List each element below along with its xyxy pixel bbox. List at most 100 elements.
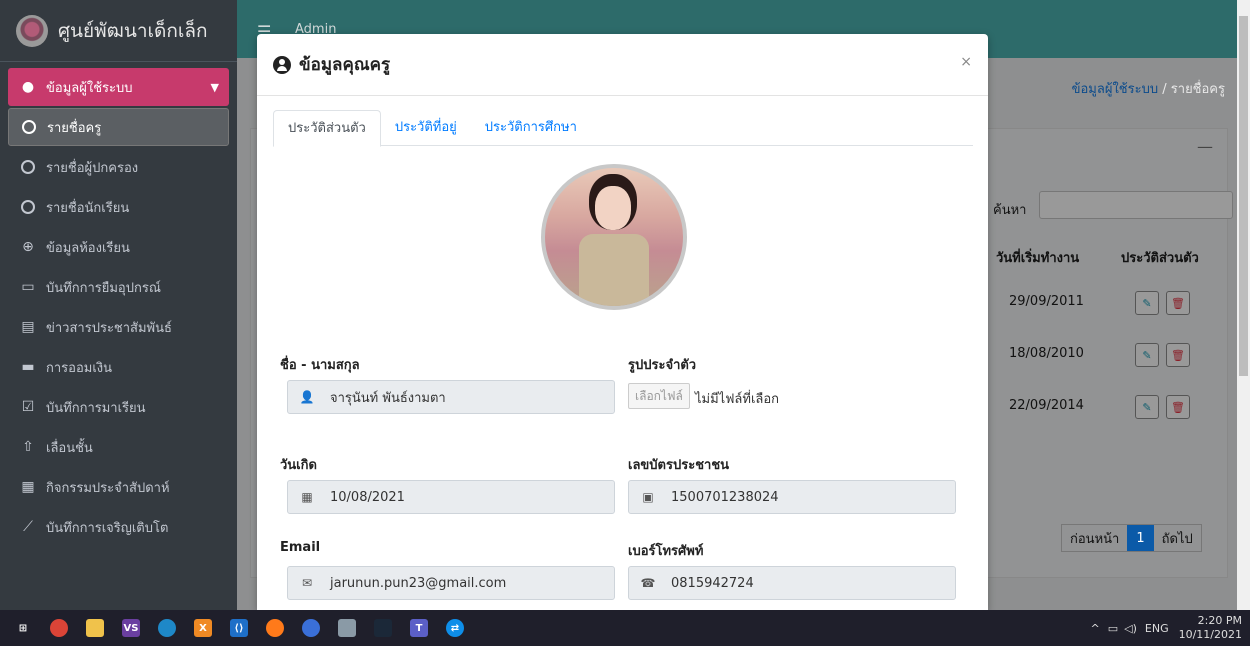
idcard-value: 1500701238024 <box>671 489 779 505</box>
visual-studio-icon[interactable]: VS <box>122 619 140 637</box>
clock[interactable]: 2:20 PM 10/11/2021 <box>1179 614 1242 642</box>
pager-next-button[interactable]: ถัดไป <box>1154 528 1201 549</box>
file-status: ไม่มีไฟล์ที่เลือก <box>695 392 780 407</box>
xampp-icon[interactable]: X <box>194 619 212 637</box>
sidebar-item-label: การออมเงิน <box>46 360 113 376</box>
sidebar-item-label: เลื่อนชั้น <box>46 440 93 456</box>
chrome-icon[interactable] <box>50 619 68 637</box>
phone-icon: ☎ <box>640 576 656 590</box>
brand-logo <box>16 14 48 47</box>
teamviewer-icon[interactable]: ⇄ <box>446 619 464 637</box>
sidebar-item-label: ข้อมูลผู้ใช้ระบบ <box>46 80 133 96</box>
volume-icon[interactable]: ◁) <box>1124 622 1137 635</box>
edit-button[interactable]: ✎ <box>1135 395 1159 419</box>
email-field[interactable]: ✉ jarunun.pun23@gmail.com <box>287 566 615 600</box>
phone-field[interactable]: ☎ 0815942724 <box>628 566 956 600</box>
idcard-field[interactable]: ▣ 1500701238024 <box>628 480 956 514</box>
app-icon[interactable] <box>338 619 356 637</box>
tab-personal-history[interactable]: ประวัติส่วนตัว <box>273 110 381 147</box>
brand[interactable]: ศูนย์พัฒนาเด็กเล็ก <box>0 0 237 62</box>
pager-prev-button[interactable]: ก่อนหน้า <box>1062 528 1127 549</box>
circle-icon <box>18 159 38 175</box>
user-circle-icon <box>273 55 291 74</box>
circle-icon <box>19 119 39 135</box>
sidebar-item-label: รายชื่อนักเรียน <box>46 200 130 216</box>
sidebar-item-news[interactable]: ▤ ข่าวสารประชาสัมพันธ์ <box>8 308 229 346</box>
collapse-icon[interactable]: — <box>1197 137 1213 156</box>
photo-label: รูปประจำตัว <box>628 358 697 373</box>
pencil-icon: ✎ <box>1142 348 1152 362</box>
page-scrollbar[interactable] <box>1237 0 1250 610</box>
language-indicator[interactable]: ENG <box>1145 622 1169 635</box>
start-date-cell: 29/09/2011 <box>1009 294 1084 309</box>
chevron-up-icon[interactable]: ^ <box>1091 622 1100 635</box>
sidebar-nav: ● ข้อมูลผู้ใช้ระบบ ▼ รายชื่อครู รายชื่อผ… <box>0 62 237 550</box>
sidebar-item-user-data[interactable]: ● ข้อมูลผู้ใช้ระบบ ▼ <box>8 68 229 106</box>
modal-header: ข้อมูลคุณครู <box>257 34 988 96</box>
sidebar-item-classrooms[interactable]: ⊕ ข้อมูลห้องเรียน <box>8 228 229 266</box>
calendar-check-icon: ☑ <box>21 399 35 415</box>
scrollbar-thumb[interactable] <box>1239 16 1248 376</box>
postman-icon[interactable] <box>266 619 284 637</box>
column-header-profile[interactable]: ประวัติส่วนตัว <box>1121 247 1199 268</box>
trash-icon: 🗑 <box>1171 296 1185 310</box>
plus-circle-icon: ⊕ <box>22 239 34 255</box>
name-field[interactable]: 👤 จารุนันท์ พันธ์งามตา <box>287 380 615 414</box>
breadcrumb-current: รายชื่อครู <box>1170 82 1225 97</box>
close-button[interactable]: × <box>960 54 972 70</box>
breadcrumb-parent-link[interactable]: ข้อมูลผู้ใช้ระบบ <box>1072 82 1159 97</box>
user-circle-icon: ● <box>21 79 35 95</box>
sidebar-item-promotion[interactable]: ⇧ เลื่อนชั้น <box>8 428 229 466</box>
network-icon[interactable]: ▭ <box>1108 622 1118 635</box>
email-value: jarunun.pun23@gmail.com <box>330 575 507 591</box>
name-label: ชื่อ - นามสกุล <box>280 358 360 373</box>
newspaper-icon: ▤ <box>21 319 35 335</box>
profile-photo-head <box>595 186 631 230</box>
profile-photo <box>541 164 687 310</box>
sidebar-item-label: ข่าวสารประชาสัมพันธ์ <box>46 320 172 336</box>
edit-button[interactable]: ✎ <box>1135 291 1159 315</box>
teams-icon[interactable]: T <box>410 619 428 637</box>
teacher-info-modal: ข้อมูลคุณครู × ประวัติส่วนตัว ประวัติที่… <box>257 34 988 610</box>
sidebar-item-attendance[interactable]: ☑ บันทึกการมาเรียน <box>8 388 229 426</box>
sidebar-item-teachers[interactable]: รายชื่อครู <box>8 108 229 146</box>
file-explorer-icon[interactable] <box>86 619 104 637</box>
steam-icon[interactable] <box>374 619 392 637</box>
sidebar-item-parents[interactable]: รายชื่อผู้ปกครอง <box>8 148 229 186</box>
delete-button[interactable]: 🗑 <box>1166 395 1190 419</box>
pencil-icon: ✎ <box>1142 296 1152 310</box>
user-icon: 👤 <box>299 390 315 404</box>
profile-photo-body <box>579 234 649 306</box>
brand-name: ศูนย์พัฒนาเด็กเล็ก <box>58 19 208 42</box>
chart-line-icon: ⟋ <box>23 519 33 535</box>
edge-icon[interactable] <box>158 619 176 637</box>
sidebar-item-growth[interactable]: ⟋ บันทึกการเจริญเติบโต <box>8 508 229 546</box>
start-date-cell: 22/09/2014 <box>1009 398 1084 413</box>
name-value: จารุนันท์ พันธ์งามตา <box>330 390 446 406</box>
windows-start-icon[interactable]: ⊞ <box>14 619 32 637</box>
birthdate-field[interactable]: ▦ 10/08/2021 <box>287 480 615 514</box>
column-header-start-date[interactable]: วันที่เริ่มทำงาน <box>996 247 1079 268</box>
circle-icon <box>18 199 38 215</box>
pagination: ก่อนหน้า 1 ถัดไป <box>1061 524 1202 552</box>
tab-address-history[interactable]: ประวัติที่อยู่ <box>381 110 471 145</box>
idcard-label: เลขบัตรประชาชน <box>628 458 730 473</box>
choose-file-button[interactable]: เลือกไฟล์ <box>628 383 690 409</box>
app-icon[interactable] <box>302 619 320 637</box>
pager-page-button[interactable]: 1 <box>1127 525 1154 551</box>
tab-education-history[interactable]: ประวัติการศึกษา <box>471 110 591 145</box>
sidebar-item-students[interactable]: รายชื่อนักเรียน <box>8 188 229 226</box>
sidebar-item-equipment[interactable]: ▭ บันทึกการยืมอุปกรณ์ <box>8 268 229 306</box>
vscode-icon[interactable]: ⟨⟩ <box>230 619 248 637</box>
delete-button[interactable]: 🗑 <box>1166 291 1190 315</box>
modal-tabs: ประวัติส่วนตัว ประวัติที่อยู่ ประวัติการ… <box>273 110 973 147</box>
sidebar-item-savings[interactable]: ▬ การออมเงิน <box>8 348 229 386</box>
delete-button[interactable]: 🗑 <box>1166 343 1190 367</box>
sidebar-item-label: กิจกรรมประจำสัปดาห์ <box>46 480 170 496</box>
search-input[interactable] <box>1039 191 1233 219</box>
sidebar-item-weekly-activity[interactable]: ▦ กิจกรรมประจำสัปดาห์ <box>8 468 229 506</box>
modal-title: ข้อมูลคุณครู <box>299 55 391 75</box>
clock-time: 2:20 PM <box>1197 614 1242 627</box>
trash-icon: 🗑 <box>1171 348 1185 362</box>
edit-button[interactable]: ✎ <box>1135 343 1159 367</box>
